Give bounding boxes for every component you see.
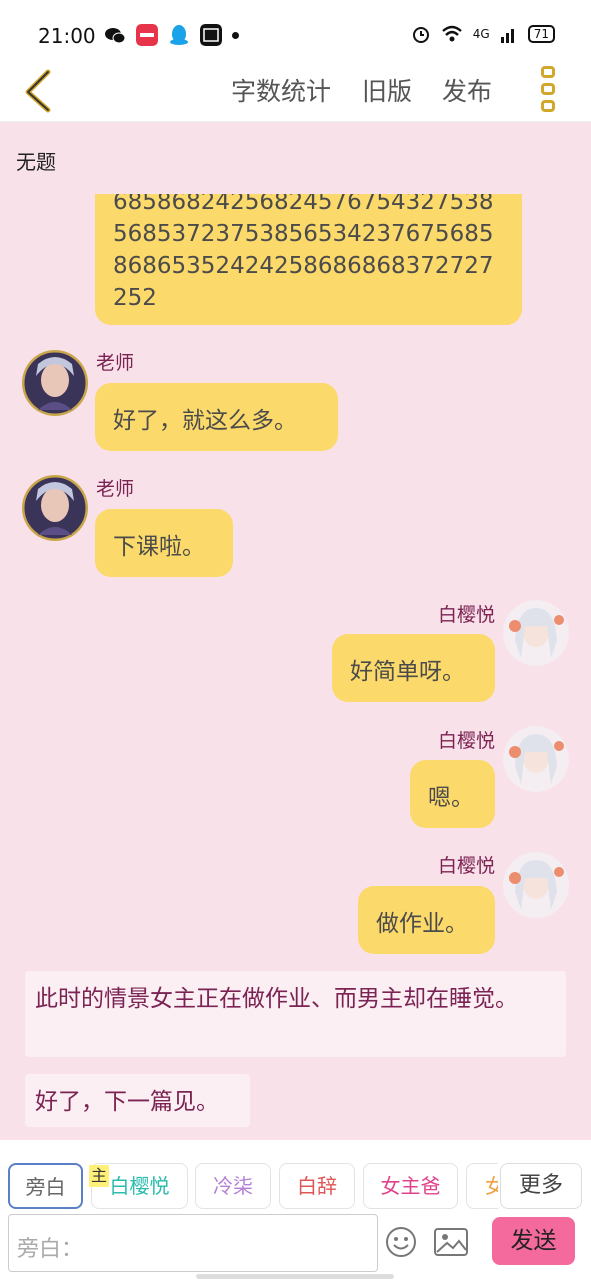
message-line: 252: [113, 285, 157, 311]
home-indicator[interactable]: [196, 1274, 394, 1279]
network-type: 4G: [472, 27, 490, 41]
message-bubble[interactable]: 68586824256824576754327538 5685372375385…: [95, 194, 522, 325]
battery-indicator: 71: [527, 25, 555, 43]
status-time: 21:00: [38, 24, 96, 48]
status-bar: 21:00 4G 71: [0, 0, 591, 60]
message-text: 下课啦。: [113, 534, 205, 560]
back-arrow-icon[interactable]: [18, 66, 62, 114]
role-heroine-dad[interactable]: 女主爸: [363, 1163, 458, 1209]
role-baici[interactable]: 白辞: [279, 1163, 355, 1209]
top-bar: 字数统计 旧版 发布: [0, 60, 591, 122]
wechat-icon: [105, 28, 126, 44]
message-bubble[interactable]: 做作业。: [358, 886, 495, 954]
message-text: 做作业。: [376, 911, 468, 937]
notification-icons: [104, 24, 239, 46]
avatar-baiyingyue[interactable]: [503, 852, 569, 918]
red-app-icon: [136, 24, 158, 46]
role-narrator[interactable]: 旁白: [8, 1163, 83, 1209]
main-role-badge: 主: [89, 1165, 109, 1187]
soul-app-icon: [200, 24, 222, 46]
more-menu-icon[interactable]: [539, 66, 557, 112]
avatar-baiyingyue[interactable]: [503, 726, 569, 792]
composer-panel: 旁白 白樱悦 冷柒 白辞 女主爸 女 主 更多 旁白： 发送: [0, 1140, 591, 1280]
role-selector: 旁白 白樱悦 冷柒 白辞 女主爸 女: [8, 1163, 498, 1209]
wifi-icon: [441, 25, 462, 42]
avatar-teacher[interactable]: [22, 350, 88, 416]
message-input[interactable]: 旁白：: [8, 1214, 378, 1272]
message-bubble[interactable]: 下课啦。: [95, 509, 233, 577]
publish-button[interactable]: 发布: [442, 72, 492, 108]
message-bubble[interactable]: 好了，就这么多。: [95, 383, 338, 451]
qq-icon: [170, 25, 188, 45]
message-line: 86865352424258686868372727: [113, 253, 494, 279]
more-roles-button[interactable]: 更多: [500, 1163, 582, 1209]
sender-name: 白樱悦: [437, 855, 495, 877]
message-text: 嗯。: [428, 785, 474, 811]
send-button[interactable]: 发送: [492, 1217, 575, 1265]
message-bubble[interactable]: 嗯。: [410, 760, 495, 828]
emoji-icon[interactable]: [385, 1226, 417, 1258]
avatar-teacher[interactable]: [22, 475, 88, 541]
message-text: 好简单呀。: [350, 659, 465, 685]
narration-block[interactable]: 好了，下一篇见。: [25, 1074, 250, 1127]
sender-name: 白樱悦: [437, 604, 495, 626]
chat-area[interactable]: 68586824256824576754327538 5685372375385…: [0, 194, 591, 1140]
message-bubble[interactable]: 好简单呀。: [332, 634, 495, 702]
more-notifications-dot: [232, 31, 239, 39]
word-count-button[interactable]: 字数统计: [231, 72, 331, 108]
message-line: 56853723753856534237675685: [113, 221, 494, 247]
sender-name: 老师: [96, 352, 135, 374]
narration-block[interactable]: 此时的情景女主正在做作业、而男主却在睡觉。: [25, 971, 566, 1057]
role-partial[interactable]: 女: [466, 1163, 498, 1209]
sender-name: 白樱悦: [437, 730, 495, 752]
role-lengqi[interactable]: 冷柒: [195, 1163, 271, 1209]
message-line: 68586824256824576754327538: [113, 194, 494, 215]
old-version-button[interactable]: 旧版: [362, 72, 412, 108]
status-right: 4G 71: [411, 24, 555, 44]
image-icon[interactable]: [433, 1226, 469, 1258]
story-title: 无题: [16, 150, 56, 174]
avatar-baiyingyue[interactable]: [503, 600, 569, 666]
signal-icon: [500, 29, 514, 43]
sender-name: 老师: [96, 478, 135, 500]
alarm-icon: [412, 27, 429, 43]
message-text: 好了，就这么多。: [113, 408, 297, 434]
